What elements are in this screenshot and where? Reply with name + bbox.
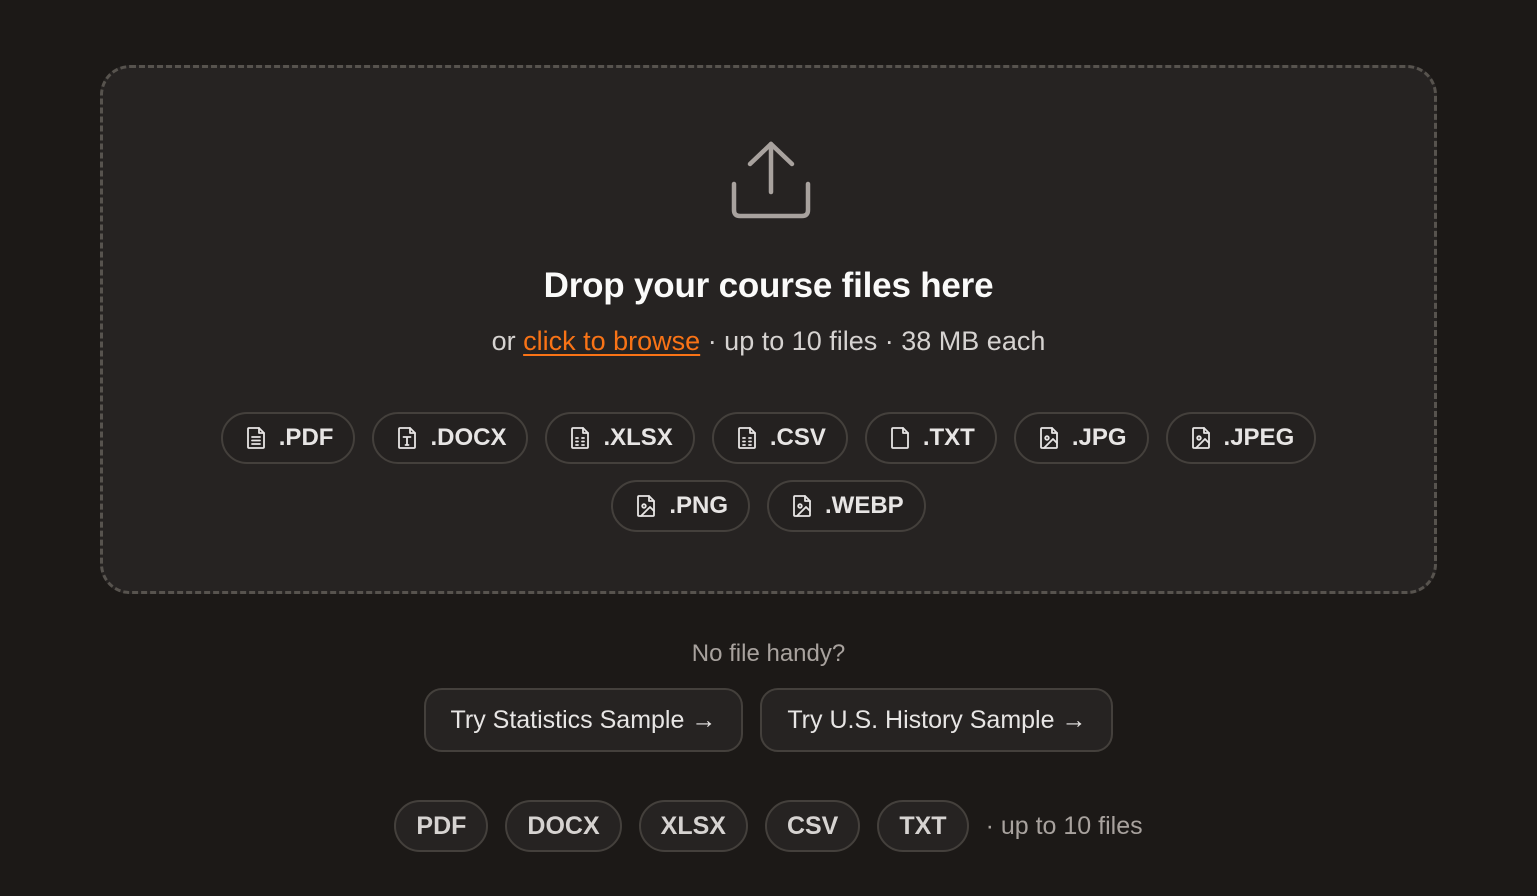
format-chip-label: .JPEG bbox=[1223, 424, 1295, 451]
no-file-prompt: No file handy? bbox=[691, 640, 846, 667]
try-history-sample-button[interactable]: Try U.S. History Sample → bbox=[760, 688, 1114, 752]
format-tag: TXT bbox=[877, 800, 969, 852]
file-image-icon bbox=[637, 495, 656, 517]
sample-buttons: Try Statistics Sample → Try U.S. History… bbox=[0, 688, 1537, 752]
file-text-icon bbox=[246, 427, 265, 449]
format-chip-label: .TXT bbox=[922, 424, 975, 451]
format-chips-row-2: .PNG .WEBP bbox=[0, 480, 1537, 532]
format-tag: XLSX bbox=[638, 800, 748, 852]
format-chips-row-1: .PDF .DOCX .XLSX .CSV .TXT .JPG .JPEG bbox=[0, 412, 1537, 464]
file-spreadsheet-icon bbox=[737, 427, 756, 449]
format-chip: .DOCX bbox=[372, 412, 529, 464]
footer-note: · up to 10 files bbox=[985, 811, 1143, 840]
format-tag: PDF bbox=[394, 800, 489, 852]
file-type-icon bbox=[398, 427, 417, 449]
format-chip: .JPG bbox=[1013, 412, 1149, 464]
format-chip-label: .XLSX bbox=[603, 424, 673, 451]
format-chip: .CSV bbox=[711, 412, 848, 464]
file-image-icon bbox=[1191, 427, 1210, 449]
format-chip: .XLSX bbox=[545, 412, 695, 464]
format-chip-label: .CSV bbox=[769, 424, 826, 451]
dropzone-subtitle: or click to browse · up to 10 files · 38… bbox=[0, 326, 1537, 357]
format-chip: .JPEG bbox=[1165, 412, 1317, 464]
file-spreadsheet-icon bbox=[571, 427, 590, 449]
file-image-icon bbox=[793, 495, 811, 517]
format-chip-label: .DOCX bbox=[430, 424, 507, 451]
format-tag: CSV bbox=[764, 800, 861, 852]
format-chip: .WEBP bbox=[767, 480, 926, 532]
supported-formats-footer: PDF DOCX XLSX CSV TXT · up to 10 files bbox=[0, 800, 1537, 852]
subtitle-prefix: or bbox=[491, 326, 524, 356]
format-chip-label: .PDF bbox=[278, 424, 334, 451]
dropzone-title: Drop your course files here bbox=[543, 266, 994, 305]
format-chip-label: .WEBP bbox=[825, 492, 904, 519]
format-chip: .TXT bbox=[864, 412, 997, 464]
format-chip-label: .JPG bbox=[1071, 424, 1127, 451]
browse-link[interactable]: click to browse bbox=[523, 326, 700, 356]
format-chip: .PNG bbox=[611, 480, 750, 532]
format-chip-label: .PNG bbox=[669, 492, 728, 519]
file-icon bbox=[890, 427, 909, 449]
try-statistics-sample-button[interactable]: Try Statistics Sample → bbox=[423, 688, 744, 752]
format-tag: DOCX bbox=[505, 800, 622, 852]
upload-icon bbox=[731, 141, 811, 219]
format-chip: .PDF bbox=[220, 412, 356, 464]
file-image-icon bbox=[1039, 427, 1058, 449]
subtitle-limits: · up to 10 files · 38 MB each bbox=[700, 326, 1046, 356]
